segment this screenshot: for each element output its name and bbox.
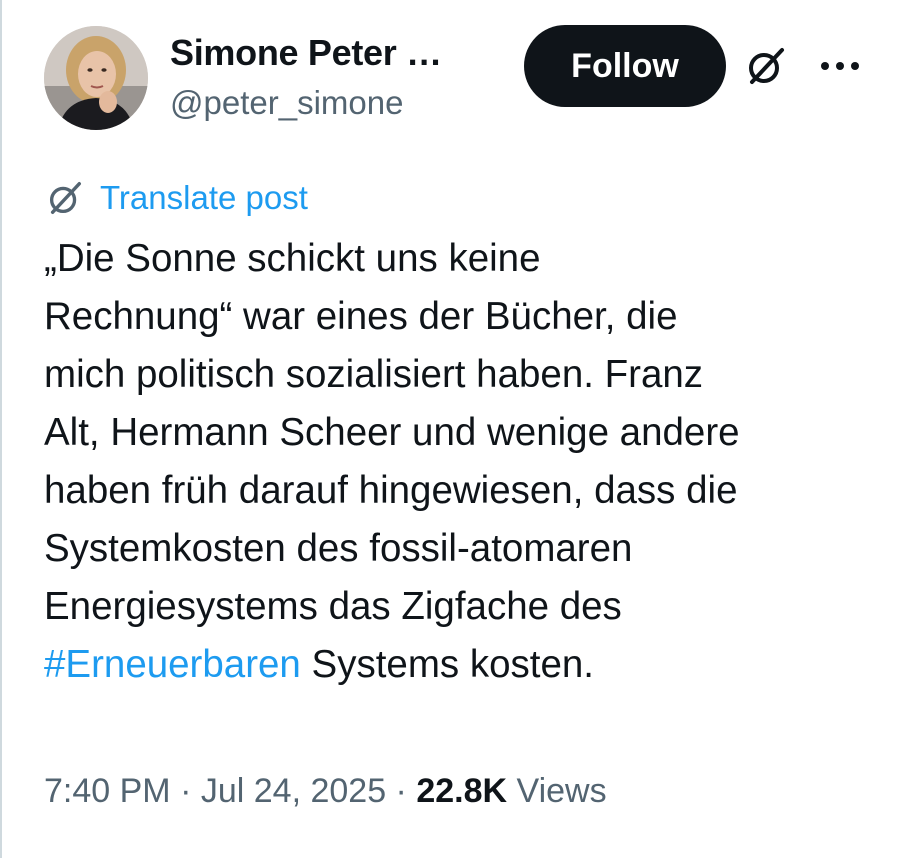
left-border — [0, 0, 2, 858]
hashtag-link[interactable]: #Erneuerbaren — [44, 643, 301, 686]
post-meta: 7:40 PM · Jul 24, 2025 · 22.8K Views — [44, 772, 607, 811]
translate-post-button[interactable]: Translate post — [44, 176, 308, 220]
post-text-line: Systemkosten des fossil-atomaren — [44, 527, 633, 570]
views-count[interactable]: 22.8K — [416, 772, 507, 810]
user-handle[interactable]: @peter_simone — [170, 84, 403, 122]
grok-icon[interactable] — [744, 44, 788, 88]
post-date[interactable]: Jul 24, 2025 — [201, 772, 386, 810]
display-name[interactable]: Simone Peter … — [170, 32, 442, 74]
post-text-line: mich politisch sozialisiert haben. Franz — [44, 353, 704, 396]
grok-icon — [49, 182, 81, 214]
meta-separator: · — [170, 772, 201, 810]
views-label: Views — [507, 772, 607, 810]
avatar-image — [44, 26, 148, 130]
post-text-line: #Erneuerbaren Systems kosten. — [44, 636, 874, 694]
meta-separator: · — [386, 772, 417, 810]
post-text: „Die Sonne schickt uns keine Rechnung“ w… — [44, 230, 874, 694]
more-options-icon[interactable] — [818, 52, 862, 80]
post-text-line: haben früh darauf hingewiesen, dass die — [44, 469, 738, 512]
translate-post-label: Translate post — [100, 179, 308, 216]
post-text-tail: Systems kosten. — [300, 643, 594, 686]
post-text-line: „Die Sonne schickt uns keine — [44, 237, 541, 280]
post-time[interactable]: 7:40 PM — [44, 772, 171, 810]
post-text-line: Energiesystems das Zigfache des — [44, 585, 622, 628]
avatar[interactable] — [44, 26, 148, 130]
post-text-line: Alt, Hermann Scheer und wenige andere — [44, 411, 740, 454]
follow-button[interactable]: Follow — [524, 25, 726, 107]
post-text-line: Rechnung“ war eines der Bücher, die — [44, 295, 678, 338]
